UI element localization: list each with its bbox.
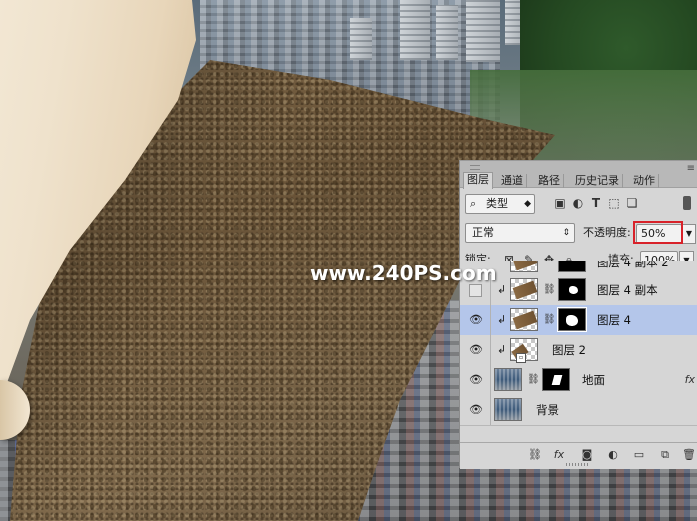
row-divider [490, 305, 491, 335]
link-icon[interactable]: ⛓ [528, 448, 542, 462]
eye-icon[interactable]: 👁︎ [469, 343, 483, 357]
layer-name[interactable]: 图层 4 [597, 313, 631, 327]
row-divider [490, 335, 491, 365]
layer-thumbnail[interactable] [510, 278, 538, 301]
tab-paths[interactable]: 路径 [535, 174, 564, 188]
layer-name[interactable]: 图层 4 副本 [597, 283, 658, 297]
highrise-building [400, 0, 430, 60]
layer-name[interactable]: 地面 [582, 373, 605, 387]
tab-channels[interactable]: 通道 [498, 174, 527, 188]
panel-tab-bar: 图层 通道 路径 历史记录 动作 ≡ [460, 161, 697, 189]
layer-row[interactable]: 👁︎ 背景 [460, 395, 697, 426]
adjustment-filter-icon[interactable]: ◐ [571, 196, 585, 210]
layer-row[interactable]: 👁︎ ⛓ 地面 fx [460, 365, 697, 396]
visibility-toggle-empty[interactable] [469, 284, 482, 297]
clipping-arrow-icon: ↲ [497, 313, 507, 326]
opacity-label: 不透明度: [583, 226, 631, 239]
layer-thumbnail[interactable] [494, 398, 522, 421]
tab-layers[interactable]: 图层 [463, 172, 493, 189]
panel-drag-handle[interactable] [470, 165, 480, 170]
blend-mode-select[interactable]: 正常 ⇕ [465, 223, 575, 243]
layers-bottom-toolbar: ⛓ fx ◙ ◐ ▭ ⧉ 🗑︎ [460, 442, 697, 469]
shape-filter-icon[interactable]: ⬚ [607, 196, 621, 210]
adjustment-icon[interactable]: ◐ [606, 448, 620, 462]
eye-icon[interactable]: 👁︎ [469, 373, 483, 387]
layer-name[interactable]: 图层 4 副本 2 [597, 261, 669, 269]
layer-effects-icon[interactable]: fx [685, 373, 695, 386]
layer-mask-thumbnail[interactable] [557, 307, 587, 332]
highrise-building [436, 5, 458, 60]
smart-object-badge-icon: ▫ [516, 353, 526, 363]
layer-name[interactable]: 背景 [536, 403, 559, 417]
link-chain-icon[interactable]: ⛓ [527, 374, 540, 386]
chevron-down-icon: ◆ [524, 199, 531, 209]
highrise-building [350, 18, 372, 60]
highrise-building [466, 0, 500, 62]
layer-row-selected[interactable]: 👁︎ ↲ ⛓ 图层 4 [460, 305, 697, 336]
clipping-arrow-icon: ↲ [497, 343, 507, 356]
trash-icon[interactable]: 🗑︎ [682, 448, 696, 462]
layer-thumbnail[interactable] [510, 308, 538, 331]
blend-mode-value: 正常 [472, 226, 494, 239]
opacity-dropdown-button[interactable]: ▼ [682, 224, 696, 244]
search-icon: ⌕ [470, 197, 477, 210]
resize-grip[interactable] [566, 463, 590, 466]
row-divider [490, 365, 491, 395]
layers-list: 图层 4 副本 2 ↲ ⛓ 图层 4 副本 👁︎ ↲ ⛓ 图层 4 👁︎ ↲ ▫… [460, 261, 697, 443]
link-chain-icon[interactable]: ⛓ [543, 284, 556, 296]
eye-icon[interactable]: 👁︎ [469, 313, 483, 327]
tab-actions[interactable]: 动作 [630, 174, 659, 188]
layer-name[interactable]: 图层 2 [552, 343, 586, 357]
layer-mask-thumbnail[interactable] [542, 368, 570, 391]
layer-thumbnail [510, 261, 538, 272]
new-layer-icon[interactable]: ⧉ [658, 448, 672, 462]
layer-thumbnail[interactable] [494, 368, 522, 391]
tab-history[interactable]: 历史记录 [572, 174, 623, 188]
link-chain-icon[interactable]: ⛓ [543, 314, 556, 326]
type-filter-icon[interactable]: T [589, 196, 603, 210]
filter-kind-label: 类型 [486, 197, 508, 210]
watermark-text: www.240PS.com [310, 261, 497, 285]
smart-object-filter-icon[interactable]: ❏ [625, 196, 639, 210]
clipping-arrow-icon: ↲ [497, 283, 507, 296]
group-icon[interactable]: ▭ [632, 448, 646, 462]
layer-mask-thumbnail[interactable] [558, 278, 586, 301]
row-divider [490, 395, 491, 425]
layer-mask-thumbnail [558, 261, 586, 272]
filter-toggle-icon[interactable] [683, 196, 691, 210]
mask-icon[interactable]: ◙ [580, 448, 594, 462]
fx-icon[interactable]: fx [552, 448, 566, 462]
opacity-highlight-box [633, 221, 683, 244]
layer-filter-select[interactable]: ⌕ 类型 ◆ [465, 194, 535, 214]
layers-panel: 图层 通道 路径 历史记录 动作 ≡ ⌕ 类型 ◆ ▣ ◐ T ⬚ ❏ 正常 ⇕… [459, 160, 697, 469]
eye-icon[interactable]: 👁︎ [469, 403, 483, 417]
layer-row[interactable]: 👁︎ ↲ ▫ 图层 2 [460, 335, 697, 366]
image-filter-icon[interactable]: ▣ [553, 196, 567, 210]
panel-menu-icon[interactable]: ≡ [687, 163, 695, 174]
chevron-updown-icon: ⇕ [562, 228, 570, 238]
